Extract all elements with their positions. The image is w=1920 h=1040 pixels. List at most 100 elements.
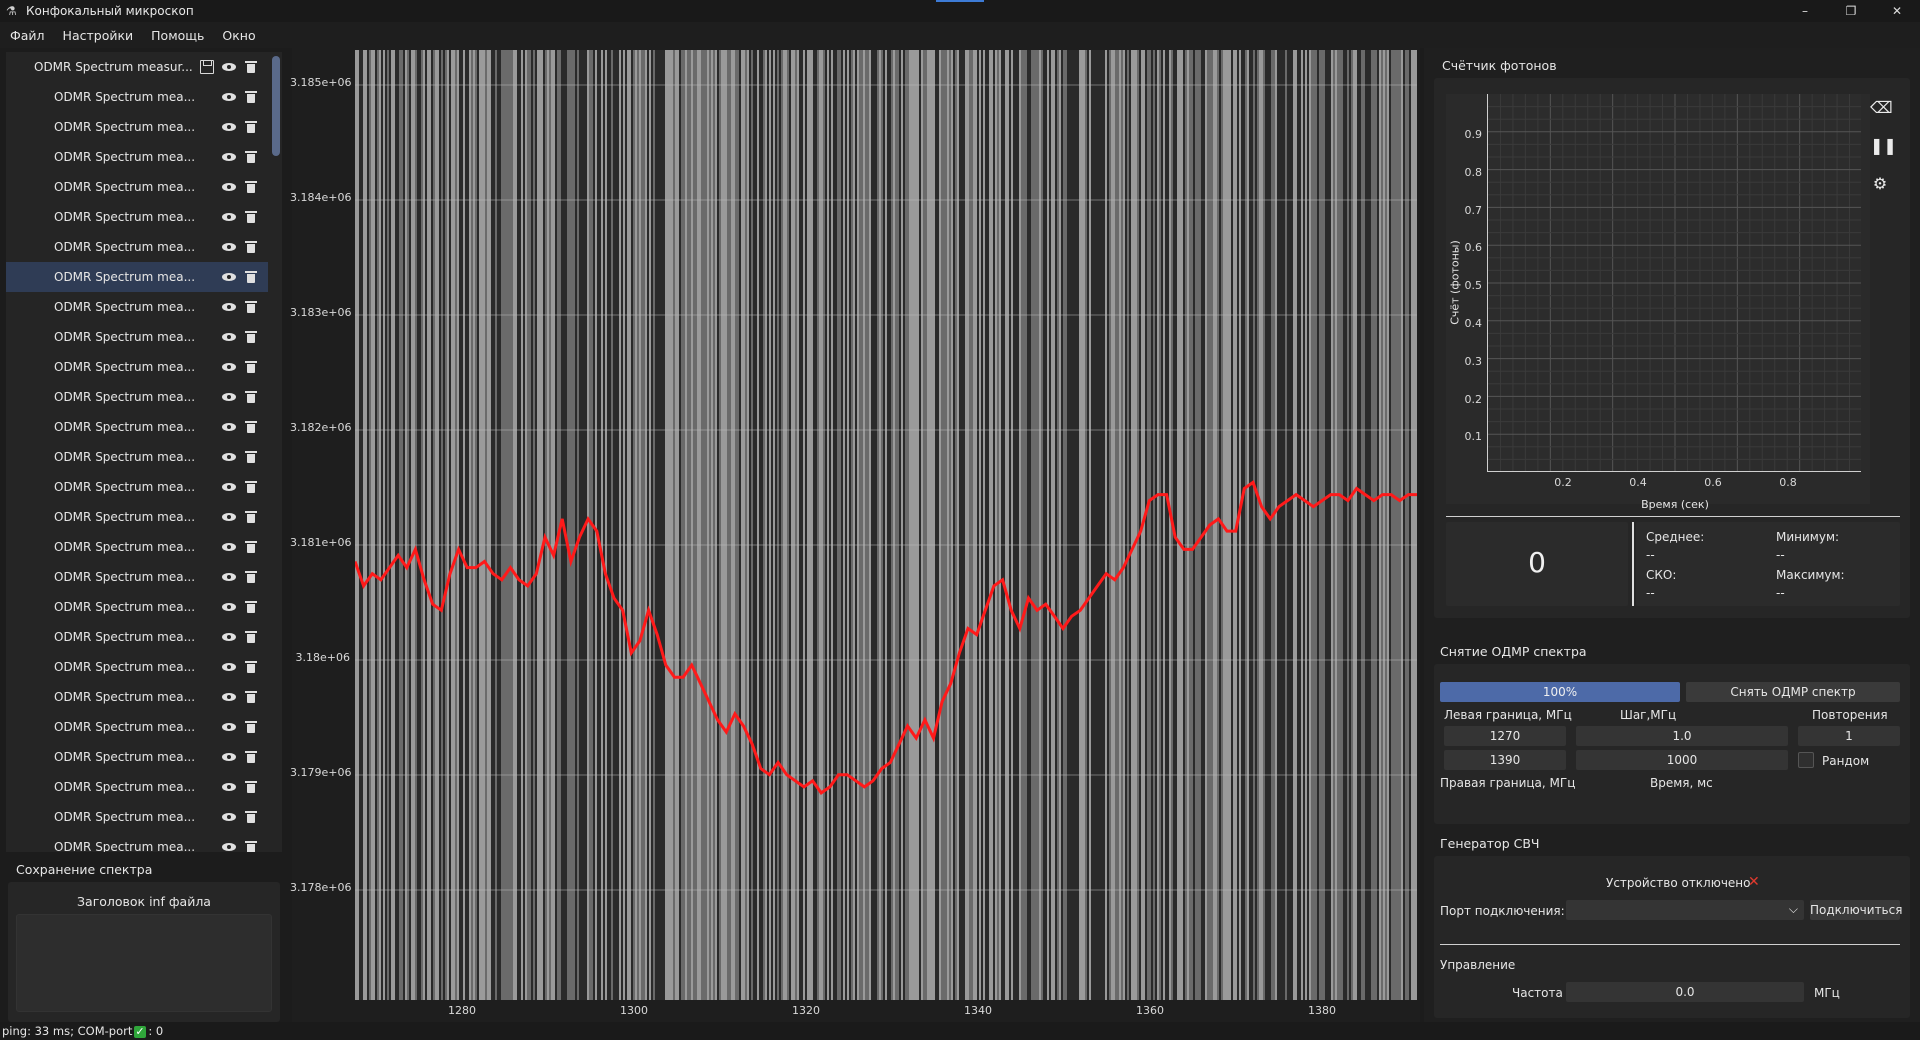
tree-item[interactable]: ODMR Spectrum mea... [6, 232, 268, 262]
eye-icon[interactable] [222, 480, 236, 494]
trash-icon[interactable] [244, 690, 258, 704]
tree-item[interactable]: ODMR Spectrum mea... [6, 382, 268, 412]
close-button[interactable]: ✕ [1874, 0, 1920, 22]
trash-icon[interactable] [244, 600, 258, 614]
eye-icon[interactable] [222, 690, 236, 704]
tree-item[interactable]: ODMR Spectrum mea... [6, 742, 268, 772]
tree-item[interactable]: ODMR Spectrum mea... [6, 112, 268, 142]
trash-icon[interactable] [244, 120, 258, 134]
eye-icon[interactable] [222, 210, 236, 224]
eye-icon[interactable] [222, 540, 236, 554]
eye-icon[interactable] [222, 390, 236, 404]
tree-item[interactable]: ODMR Spectrum mea... [6, 712, 268, 742]
save-icon[interactable] [200, 60, 214, 74]
eye-icon[interactable] [222, 420, 236, 434]
eye-icon[interactable] [222, 330, 236, 344]
eye-icon[interactable] [222, 450, 236, 464]
trash-icon[interactable] [244, 360, 258, 374]
trash-icon[interactable] [244, 60, 258, 74]
trash-icon[interactable] [244, 810, 258, 824]
trash-icon[interactable] [244, 720, 258, 734]
trash-icon[interactable] [244, 450, 258, 464]
left-bound-input[interactable]: 1270 [1444, 726, 1566, 746]
freq-input[interactable]: 0.0 [1566, 982, 1804, 1002]
tree-item[interactable]: ODMR Spectrum mea... [6, 352, 268, 382]
tree-item[interactable]: ODMR Spectrum mea... [6, 532, 268, 562]
eye-icon[interactable] [222, 120, 236, 134]
trash-icon[interactable] [244, 390, 258, 404]
eye-icon[interactable] [222, 180, 236, 194]
trash-icon[interactable] [244, 540, 258, 554]
eye-icon[interactable] [222, 150, 236, 164]
eye-icon[interactable] [222, 810, 236, 824]
tree-item[interactable]: ODMR Spectrum mea... [6, 142, 268, 172]
right-bound-input[interactable]: 1390 [1444, 750, 1566, 770]
eye-icon[interactable] [222, 240, 236, 254]
minimize-button[interactable]: – [1782, 0, 1828, 22]
repeat-input[interactable]: 1 [1798, 726, 1900, 746]
trash-icon[interactable] [244, 300, 258, 314]
menu-help[interactable]: Помощь [151, 28, 204, 43]
tree-scrollbar[interactable] [272, 56, 280, 156]
eye-icon[interactable] [222, 660, 236, 674]
trash-icon[interactable] [244, 630, 258, 644]
tree-item[interactable]: ODMR Spectrum mea... [6, 832, 268, 852]
tree-item[interactable]: ODMR Spectrum mea... [6, 202, 268, 232]
tree-item[interactable]: ODMR Spectrum mea... [6, 442, 268, 472]
trash-icon[interactable] [244, 570, 258, 584]
trash-icon[interactable] [244, 750, 258, 764]
trash-icon[interactable] [244, 240, 258, 254]
tree-item[interactable]: ODMR Spectrum mea... [6, 82, 268, 112]
gear-icon[interactable]: ⚙ [1870, 174, 1890, 194]
tree-item[interactable]: ODMR Spectrum mea... [6, 412, 268, 442]
tree-item[interactable]: ODMR Spectrum mea... [6, 652, 268, 682]
eye-icon[interactable] [222, 90, 236, 104]
tree-item[interactable]: ODMR Spectrum mea... [6, 802, 268, 832]
step-input[interactable]: 1.0 [1576, 726, 1788, 746]
trash-icon[interactable] [244, 270, 258, 284]
tree-item[interactable]: ODMR Spectrum mea... [6, 682, 268, 712]
eraser-icon[interactable]: ⌫ [1870, 98, 1893, 118]
eye-icon[interactable] [222, 60, 236, 74]
trash-icon[interactable] [244, 480, 258, 494]
eye-icon[interactable] [222, 360, 236, 374]
trash-icon[interactable] [244, 840, 258, 852]
menu-window[interactable]: Окно [222, 28, 255, 43]
inf-header-input[interactable] [16, 914, 272, 1012]
tree-item[interactable]: ODMR Spectrum mea... [6, 472, 268, 502]
run-odmr-button[interactable]: Снять ОДМР спектр [1686, 682, 1900, 702]
tree-root-item[interactable]: ODMR Spectrum measur... [6, 52, 268, 82]
tree-item[interactable]: ODMR Spectrum mea... [6, 292, 268, 322]
eye-icon[interactable] [222, 510, 236, 524]
trash-icon[interactable] [244, 420, 258, 434]
eye-icon[interactable] [222, 720, 236, 734]
trash-icon[interactable] [244, 330, 258, 344]
eye-icon[interactable] [222, 270, 236, 284]
tree-item[interactable]: ODMR Spectrum mea... [6, 262, 268, 292]
trash-icon[interactable] [244, 510, 258, 524]
eye-icon[interactable] [222, 780, 236, 794]
random-checkbox[interactable] [1798, 752, 1814, 768]
port-select[interactable]: ⌵ [1566, 900, 1804, 920]
tree-item[interactable]: ODMR Spectrum mea... [6, 562, 268, 592]
pause-icon[interactable]: ❚❚ [1870, 136, 1897, 156]
eye-icon[interactable] [222, 750, 236, 764]
eye-icon[interactable] [222, 840, 236, 852]
tree-item[interactable]: ODMR Spectrum mea... [6, 172, 268, 202]
tree-item[interactable]: ODMR Spectrum mea... [6, 502, 268, 532]
trash-icon[interactable] [244, 180, 258, 194]
tree-item[interactable]: ODMR Spectrum mea... [6, 622, 268, 652]
time-input[interactable]: 1000 [1576, 750, 1788, 770]
spectrum-plot[interactable] [355, 50, 1417, 1000]
trash-icon[interactable] [244, 780, 258, 794]
trash-icon[interactable] [244, 150, 258, 164]
eye-icon[interactable] [222, 630, 236, 644]
eye-icon[interactable] [222, 570, 236, 584]
connect-button[interactable]: Подключиться [1810, 900, 1902, 920]
photon-plot-area[interactable] [1487, 94, 1861, 472]
eye-icon[interactable] [222, 300, 236, 314]
trash-icon[interactable] [244, 90, 258, 104]
eye-icon[interactable] [222, 600, 236, 614]
maximize-button[interactable]: ❐ [1828, 0, 1874, 22]
tree-item[interactable]: ODMR Spectrum mea... [6, 322, 268, 352]
